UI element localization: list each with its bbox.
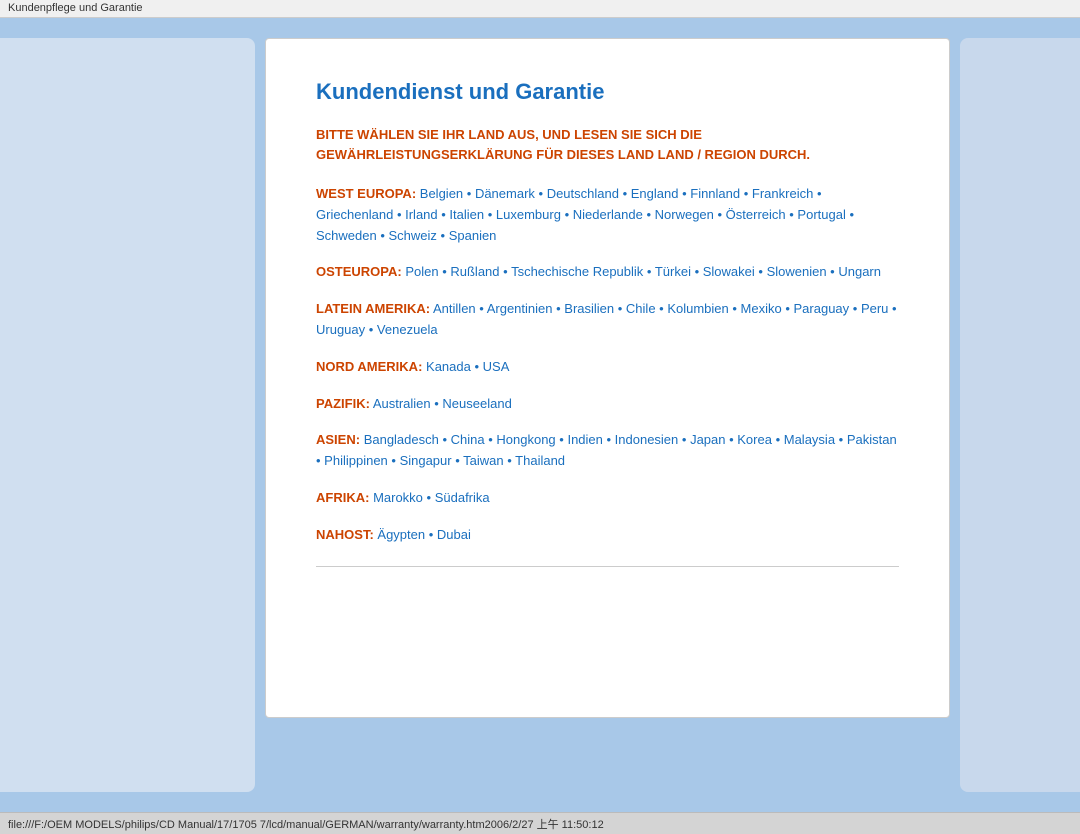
link-korea[interactable]: Korea xyxy=(737,432,772,447)
region-label-asien: ASIEN: xyxy=(316,432,360,447)
link-italien[interactable]: Italien xyxy=(449,207,484,222)
link-tuerkei[interactable]: Türkei xyxy=(655,264,691,279)
link-singapur[interactable]: Singapur xyxy=(400,453,452,468)
region-afrika: AFRIKA: Marokko • Südafrika xyxy=(316,488,899,509)
link-suedafrika[interactable]: Südafrika xyxy=(435,490,490,505)
link-daenemark[interactable]: Dänemark xyxy=(475,186,535,201)
link-frankreich[interactable]: Frankreich xyxy=(752,186,813,201)
region-links-afrika: Marokko • Südafrika xyxy=(373,490,490,505)
status-bar: file:///F:/OEM MODELS/philips/CD Manual/… xyxy=(0,812,1080,834)
link-thailand[interactable]: Thailand xyxy=(515,453,565,468)
page-title: Kundendienst und Garantie xyxy=(316,79,899,105)
region-label-osteuropa: OSTEUROPA: xyxy=(316,264,402,279)
region-label-latein-amerika: LATEIN AMERIKA: xyxy=(316,301,430,316)
link-venezuela[interactable]: Venezuela xyxy=(377,322,438,337)
link-belgien[interactable]: Belgien xyxy=(420,186,463,201)
region-links-osteuropa: Polen • Rußland • Tschechische Republik … xyxy=(405,264,881,279)
region-nord-amerika: NORD AMERIKA: Kanada • USA xyxy=(316,357,899,378)
link-japan[interactable]: Japan xyxy=(690,432,725,447)
link-slowenien[interactable]: Slowenien xyxy=(767,264,827,279)
intro-text: BITTE WÄHLEN SIE IHR LAND AUS, UND LESEN… xyxy=(316,125,899,164)
link-slowakei[interactable]: Slowakei xyxy=(703,264,755,279)
link-china[interactable]: China xyxy=(451,432,485,447)
link-uruguay[interactable]: Uruguay xyxy=(316,322,365,337)
region-label-west-europa: WEST EUROPA: xyxy=(316,186,416,201)
region-nahost: NAHOST: Ägypten • Dubai xyxy=(316,525,899,546)
link-england[interactable]: England xyxy=(631,186,679,201)
link-kanada[interactable]: Kanada xyxy=(426,359,471,374)
link-antillen[interactable]: Antillen xyxy=(433,301,476,316)
title-bar-text: Kundenpflege und Garantie xyxy=(8,2,143,14)
status-bar-text: file:///F:/OEM MODELS/philips/CD Manual/… xyxy=(8,819,604,831)
link-marokko[interactable]: Marokko xyxy=(373,490,423,505)
link-niederlande[interactable]: Niederlande xyxy=(573,207,643,222)
link-argentinien[interactable]: Argentinien xyxy=(487,301,553,316)
link-bangladesch[interactable]: Bangladesch xyxy=(364,432,439,447)
link-finnland[interactable]: Finnland xyxy=(690,186,740,201)
link-mexiko[interactable]: Mexiko xyxy=(741,301,782,316)
link-usa[interactable]: USA xyxy=(483,359,510,374)
link-oesterreich[interactable]: Österreich xyxy=(726,207,786,222)
link-malaysia[interactable]: Malaysia xyxy=(784,432,835,447)
link-kolumbien[interactable]: Kolumbien xyxy=(667,301,728,316)
link-spanien[interactable]: Spanien xyxy=(449,228,497,243)
link-portugal[interactable]: Portugal xyxy=(797,207,845,222)
region-asien: ASIEN: Bangladesch • China • Hongkong • … xyxy=(316,430,899,472)
link-schweiz[interactable]: Schweiz xyxy=(389,228,437,243)
region-west-europa: WEST EUROPA: Belgien • Dänemark • Deutsc… xyxy=(316,184,899,246)
region-label-pazifik: PAZIFIK: xyxy=(316,396,370,411)
link-polen[interactable]: Polen xyxy=(405,264,438,279)
region-label-nahost: NAHOST: xyxy=(316,527,374,542)
link-aegypten[interactable]: Ägypten xyxy=(377,527,425,542)
link-philippinen[interactable]: Philippinen xyxy=(324,453,388,468)
region-label-afrika: AFRIKA: xyxy=(316,490,369,505)
link-australien[interactable]: Australien xyxy=(373,396,431,411)
link-pakistan[interactable]: Pakistan xyxy=(847,432,897,447)
link-ungarn[interactable]: Ungarn xyxy=(838,264,881,279)
link-indien[interactable]: Indien xyxy=(567,432,602,447)
link-taiwan[interactable]: Taiwan xyxy=(463,453,503,468)
region-links-nord-amerika: Kanada • USA xyxy=(426,359,509,374)
region-links-nahost: Ägypten • Dubai xyxy=(377,527,470,542)
link-deutschland[interactable]: Deutschland xyxy=(547,186,619,201)
browser-outer: Kundendienst und Garantie BITTE WÄHLEN S… xyxy=(0,18,1080,812)
link-norwegen[interactable]: Norwegen xyxy=(655,207,714,222)
link-neuseeland[interactable]: Neuseeland xyxy=(442,396,511,411)
link-paraguay[interactable]: Paraguay xyxy=(794,301,850,316)
content-divider xyxy=(316,566,899,567)
link-chile[interactable]: Chile xyxy=(626,301,656,316)
title-bar: Kundenpflege und Garantie xyxy=(0,0,1080,18)
link-brasilien[interactable]: Brasilien xyxy=(564,301,614,316)
region-pazifik: PAZIFIK: Australien • Neuseeland xyxy=(316,394,899,415)
link-peru[interactable]: Peru xyxy=(861,301,888,316)
link-dubai[interactable]: Dubai xyxy=(437,527,471,542)
link-indonesien[interactable]: Indonesien xyxy=(615,432,679,447)
region-links-pazifik: Australien • Neuseeland xyxy=(373,396,512,411)
link-hongkong[interactable]: Hongkong xyxy=(496,432,555,447)
region-links-asien: Bangladesch • China • Hongkong • Indien … xyxy=(316,432,897,468)
link-griechenland[interactable]: Griechenland xyxy=(316,207,393,222)
left-panel xyxy=(0,38,255,792)
region-osteuropa: OSTEUROPA: Polen • Rußland • Tschechisch… xyxy=(316,262,899,283)
link-russland[interactable]: Rußland xyxy=(450,264,499,279)
right-panel xyxy=(960,38,1080,792)
region-latein-amerika: LATEIN AMERIKA: Antillen • Argentinien •… xyxy=(316,299,899,341)
link-luxemburg[interactable]: Luxemburg xyxy=(496,207,561,222)
link-schweden[interactable]: Schweden xyxy=(316,228,377,243)
center-area: Kundendienst und Garantie BITTE WÄHLEN S… xyxy=(255,38,960,792)
main-content: Kundendienst und Garantie BITTE WÄHLEN S… xyxy=(265,38,950,718)
link-irland[interactable]: Irland xyxy=(405,207,438,222)
link-tschechische-republik[interactable]: Tschechische Republik xyxy=(511,264,643,279)
region-label-nord-amerika: NORD AMERIKA: xyxy=(316,359,422,374)
